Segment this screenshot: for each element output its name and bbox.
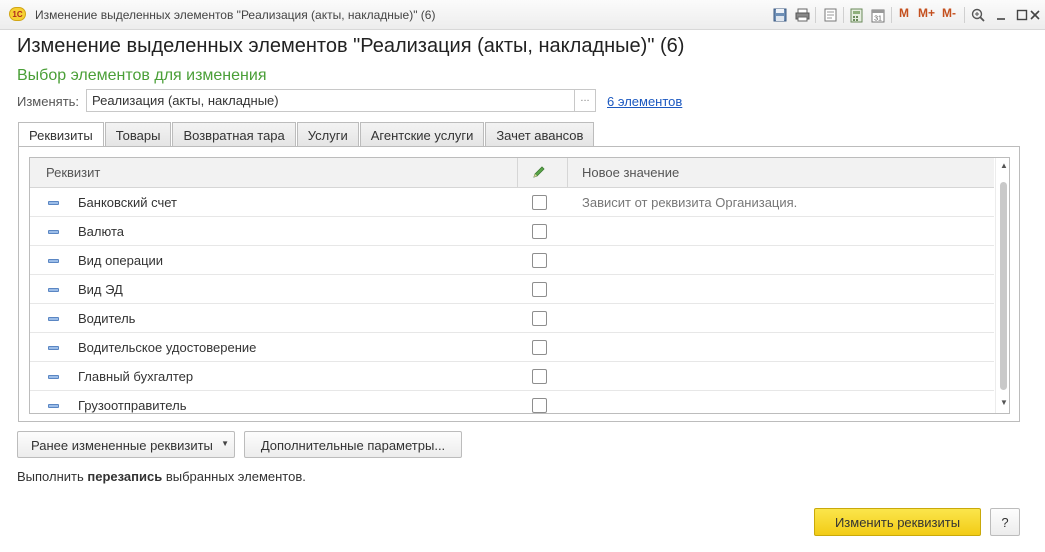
calendar-icon[interactable]: 31 — [868, 5, 888, 25]
change-checkbox[interactable] — [532, 224, 547, 239]
column-header-attribute[interactable]: Реквизит — [46, 158, 100, 188]
print-icon[interactable] — [792, 5, 812, 25]
column-header-new-value[interactable]: Новое значение — [582, 158, 679, 188]
attribute-name: Валюта — [78, 224, 124, 239]
change-checkbox[interactable] — [532, 195, 547, 210]
memory-minus-icon[interactable]: M- — [942, 6, 956, 20]
new-value[interactable]: Зависит от реквизита Организация. — [582, 195, 797, 210]
close-icon[interactable] — [1025, 5, 1045, 25]
scroll-up-icon[interactable]: ▲ — [999, 161, 1009, 170]
table-row[interactable]: Вид операции — [30, 246, 994, 275]
scroll-down-icon[interactable]: ▼ — [999, 398, 1009, 407]
tab-agent-services[interactable]: Агентские услуги — [359, 122, 485, 147]
attribute-name: Водитель — [78, 311, 136, 326]
table-row[interactable]: Валюта — [30, 217, 994, 246]
table-row[interactable]: Вид ЭД — [30, 275, 994, 304]
tab-services[interactable]: Услуги — [296, 122, 359, 147]
save-icon[interactable] — [770, 5, 790, 25]
attribute-name: Вид ЭД — [78, 282, 123, 297]
section-title: Выбор элементов для изменения — [17, 67, 267, 84]
minimize-icon[interactable] — [991, 5, 1011, 25]
change-checkbox[interactable] — [532, 253, 547, 268]
pencil-icon[interactable] — [532, 165, 546, 181]
attribute-icon — [48, 230, 59, 234]
attribute-icon — [48, 201, 59, 205]
change-checkbox[interactable] — [532, 398, 547, 413]
attribute-icon — [48, 259, 59, 263]
change-checkbox[interactable] — [532, 369, 547, 384]
attribute-name: Грузоотправитель — [78, 398, 187, 413]
previous-attributes-button[interactable]: Ранее измененные реквизиты ▼ — [17, 431, 235, 458]
change-attributes-button[interactable]: Изменить реквизиты — [814, 508, 981, 536]
elements-link[interactable]: 6 элементов — [607, 94, 682, 109]
attribute-name: Главный бухгалтер — [78, 369, 194, 384]
table-row[interactable]: Банковский счет Зависит от реквизита Орг… — [30, 188, 994, 217]
app-logo-icon: 1С — [9, 7, 26, 21]
table-row[interactable]: Водитель — [30, 304, 994, 333]
window-titlebar: 1С Изменение выделенных элементов "Реали… — [0, 0, 1045, 30]
table-scrollbar[interactable]: ▲ ▼ — [995, 158, 1009, 413]
table-row[interactable]: Водительское удостоверение — [30, 333, 994, 362]
memory-m-icon[interactable]: M — [899, 6, 909, 20]
change-checkbox[interactable] — [532, 311, 547, 326]
attribute-name: Водительское удостоверение — [78, 340, 257, 355]
change-field[interactable]: Реализация (акты, накладные) — [86, 89, 575, 112]
change-checkbox[interactable] — [532, 340, 547, 355]
attribute-icon — [48, 346, 59, 350]
zoom-icon[interactable] — [968, 5, 988, 25]
attributes-table: Реквизит Новое значение Банковский счет … — [29, 157, 1010, 414]
memory-plus-icon[interactable]: M+ — [918, 6, 935, 20]
help-button[interactable]: ? — [990, 508, 1020, 536]
additional-params-button[interactable]: Дополнительные параметры... — [244, 431, 462, 458]
scroll-thumb[interactable] — [1000, 182, 1007, 390]
dropdown-arrow-icon: ▼ — [221, 439, 229, 448]
window-title: Изменение выделенных элементов "Реализац… — [35, 8, 436, 22]
status-text: Выполнить перезапись выбранных элементов… — [17, 469, 306, 484]
attribute-icon — [48, 404, 59, 408]
attribute-name: Банковский счет — [78, 195, 177, 210]
attribute-icon — [48, 317, 59, 321]
previous-attributes-label: Ранее измененные реквизиты — [31, 438, 213, 453]
table-rows: Банковский счет Зависит от реквизита Орг… — [30, 188, 994, 413]
change-label: Изменять: — [17, 94, 80, 109]
tab-goods[interactable]: Товары — [104, 122, 172, 147]
table-header: Реквизит Новое значение — [30, 158, 994, 188]
table-row[interactable]: Грузоотправитель — [30, 391, 994, 413]
table-row[interactable]: Главный бухгалтер — [30, 362, 994, 391]
attribute-name: Вид операции — [78, 253, 164, 268]
tab-bar: Реквизиты Товары Возвратная тара Услуги … — [18, 122, 595, 148]
attribute-icon — [48, 288, 59, 292]
tab-panel: Реквизит Новое значение Банковский счет … — [18, 146, 1020, 422]
calculator-icon[interactable] — [846, 5, 866, 25]
attribute-icon — [48, 375, 59, 379]
change-checkbox[interactable] — [532, 282, 547, 297]
tab-attributes[interactable]: Реквизиты — [18, 122, 104, 148]
tab-advance-offset[interactable]: Зачет авансов — [485, 122, 595, 147]
form-title: Изменение выделенных элементов "Реализац… — [17, 35, 685, 57]
tab-returnable-packaging[interactable]: Возвратная тара — [172, 122, 296, 147]
choose-button[interactable]: ... — [575, 89, 596, 112]
print-preview-icon[interactable] — [820, 5, 840, 25]
svg-text:31: 31 — [874, 15, 882, 22]
